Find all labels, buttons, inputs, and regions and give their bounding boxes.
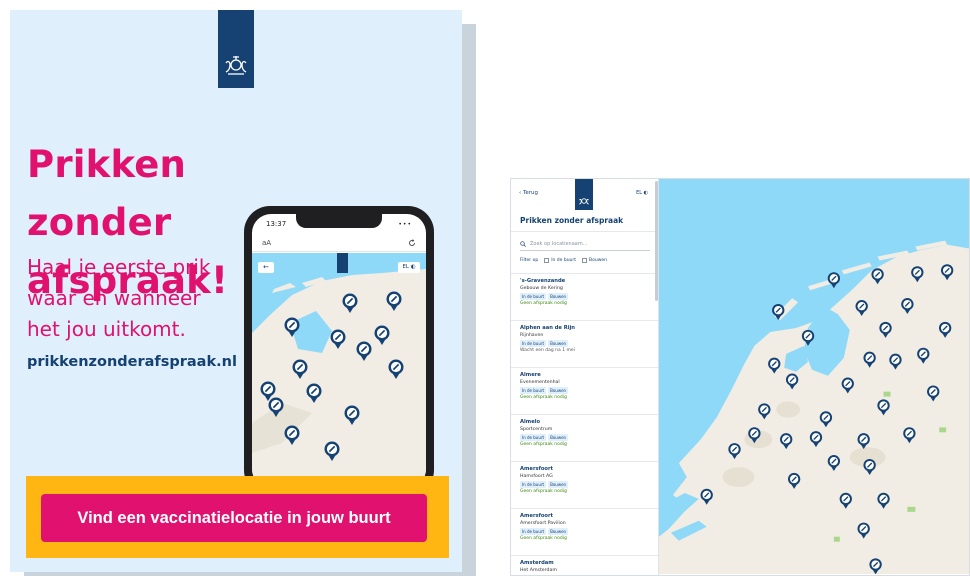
crest-icon (579, 198, 589, 205)
signal-icon: ••• (398, 220, 412, 228)
locations-map[interactable] (659, 179, 969, 575)
location-name: Hamsfoort AG (520, 474, 553, 479)
panel-title: Prikken zonder afspraak (520, 216, 624, 225)
location-status: Geen afspraak nodig (520, 442, 567, 447)
location-city: 's-Gravenzande (520, 278, 566, 284)
location-item[interactable]: Amersfoort Hamsfoort AG In de buurt Bouwen G… (511, 461, 658, 508)
location-tags: In de buurt Bouwen (520, 340, 649, 347)
location-item[interactable]: Almelo Sportcentrum In de buurt Bouwen Geen … (511, 414, 658, 461)
poster-subline: Haal je eerste prik waar en wanneer het … (27, 252, 249, 345)
filter-row: Filter op In de buurt Bouwen (520, 258, 654, 263)
location-name: Gebouw de Kering (520, 286, 563, 291)
location-status: Geen afspraak nodig (520, 395, 567, 400)
location-tags: In de buurt Bouwen (520, 434, 649, 441)
language-label: EL (636, 190, 643, 196)
location-tags: In de buurt Bouwen (520, 293, 649, 300)
location-name: Amersfoort Pavilion (520, 521, 566, 526)
poster-url[interactable]: prikkenzonderafspraak.nl (27, 354, 237, 370)
location-item[interactable]: 's-Gravenzande Gebouw de Kering In de buur… (511, 273, 658, 320)
location-tag: In de buurt (520, 481, 547, 488)
filter-option[interactable]: In de buurt (544, 258, 576, 263)
back-label: Terug (522, 190, 539, 196)
phone-back-button[interactable]: ← (258, 262, 274, 273)
subline-line-3: het jou uitkomt. (27, 317, 186, 341)
phone-map[interactable] (252, 253, 426, 488)
phone-logo (337, 253, 348, 273)
location-item[interactable]: Amsterdam Het Amsterdam (511, 555, 658, 575)
location-status: Geen afspraak nodig (520, 536, 567, 541)
location-tag: Bouwen (548, 387, 569, 394)
text-size-button[interactable]: aA (262, 239, 271, 247)
phone-address-bar[interactable]: aA (252, 234, 426, 252)
government-logo (218, 10, 254, 88)
webapp-screenshot: ‹ Terug EL ◐ Prikken zonder afspraak Zoe… (510, 178, 970, 576)
subline-line-1: Haal je eerste prik (27, 255, 211, 279)
location-tags: In de buurt Bouwen (520, 528, 649, 535)
reload-icon[interactable] (408, 238, 416, 247)
location-name: Rijnhaven (520, 333, 544, 338)
location-city: Amersfoort (520, 466, 554, 472)
find-location-button[interactable]: Vind een vaccinatielocatie in jouw buurt (41, 494, 427, 542)
location-city: Amersfoort (520, 513, 554, 519)
poster: Prikken zonder afspraak! Haal je eerste … (10, 10, 462, 572)
location-city: Amsterdam (520, 560, 554, 566)
location-city: Almelo (520, 419, 541, 425)
location-tag: In de buurt (520, 528, 547, 535)
search-icon (520, 241, 526, 247)
location-status: Wacht een dag na 1 mei (520, 348, 575, 353)
panel-scrollbar[interactable] (655, 181, 658, 301)
location-name: Sportcentrum (520, 427, 553, 432)
panel-header: ‹ Terug EL ◐ (511, 179, 658, 217)
location-tag: In de buurt (520, 387, 547, 394)
filter-label: In de buurt (551, 258, 577, 263)
panel-divider (511, 231, 658, 232)
location-status: Geen afspraak nodig (520, 301, 567, 306)
location-tags: In de buurt Bouwen (520, 387, 649, 394)
phone-screen: 13:37 ••• aA ← EL ◐ (252, 214, 426, 488)
location-list: 's-Gravenzande Gebouw de Kering In de buur… (511, 273, 658, 575)
checkbox[interactable] (582, 258, 588, 263)
phone-time: 13:37 (266, 220, 287, 228)
filter-option[interactable]: Filter op (520, 258, 538, 263)
filter-label: Bouwen (589, 258, 608, 263)
search-input[interactable]: Zoek op locatienaam... (520, 238, 650, 251)
location-item[interactable]: Amersfoort Amersfoort Pavilion In de buurt… (511, 508, 658, 555)
panel-logo (575, 179, 593, 210)
phone-language-toggle[interactable]: EL ◐ (398, 262, 420, 273)
phone-notch (296, 214, 382, 228)
location-tag: Bouwen (548, 293, 569, 300)
location-name: Evenementenhal (520, 380, 560, 385)
checkbox[interactable] (544, 258, 550, 263)
location-tag: Bouwen (548, 528, 569, 535)
search-placeholder: Zoek op locatienaam... (530, 241, 588, 247)
location-tag: Bouwen (548, 481, 569, 488)
location-city: Alphen aan de Rijn (520, 325, 575, 331)
phone-mockup: 13:37 ••• aA ← EL ◐ (244, 206, 434, 496)
location-tag: In de buurt (520, 340, 547, 347)
location-item[interactable]: Almere Evenementenhal In de buurt Bouwen Gee… (511, 367, 658, 414)
filter-option[interactable]: Bouwen (582, 258, 607, 263)
location-tag: Bouwen (548, 434, 569, 441)
location-tags: In de buurt Bouwen (520, 481, 649, 488)
location-name: Het Amsterdam (520, 568, 557, 573)
location-tag: In de buurt (520, 293, 547, 300)
subline-line-2: waar en wanneer (27, 286, 201, 310)
location-tag: Bouwen (548, 340, 569, 347)
crest-icon (225, 56, 247, 75)
location-tag: In de buurt (520, 434, 547, 441)
location-item[interactable]: Alphen aan de Rijn Rijnhaven In de buurt Bo… (511, 320, 658, 367)
location-status: Geen afspraak nodig (520, 489, 567, 494)
location-panel: ‹ Terug EL ◐ Prikken zonder afspraak Zoe… (511, 179, 659, 575)
language-toggle[interactable]: EL ◐ (636, 190, 648, 196)
location-city: Almere (520, 372, 541, 378)
back-link[interactable]: ‹ Terug (519, 190, 538, 196)
filter-label: Filter op (520, 258, 539, 263)
